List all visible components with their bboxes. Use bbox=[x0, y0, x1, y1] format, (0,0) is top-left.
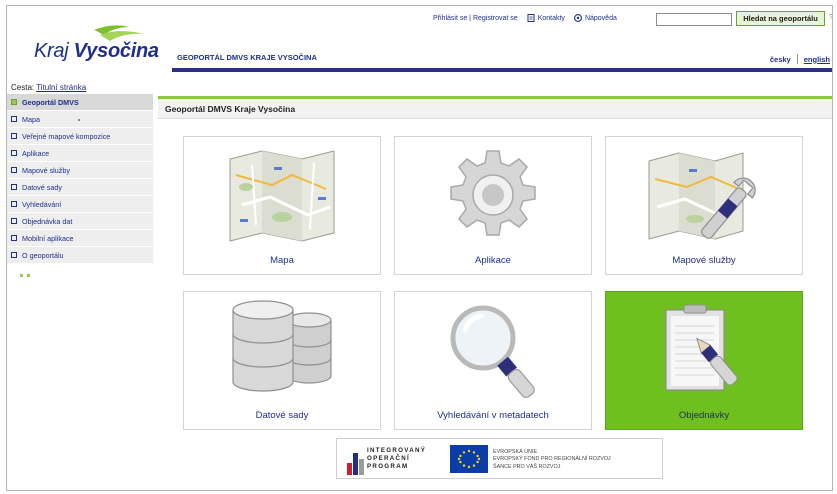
bullet-icon bbox=[11, 133, 17, 139]
map-icon bbox=[229, 150, 335, 242]
lang-english-link[interactable]: english bbox=[804, 55, 830, 64]
logo-text: Kraj Vysočina bbox=[34, 40, 159, 62]
sidebar-item-label: O geoportálu bbox=[22, 250, 64, 260]
cursor-dot bbox=[78, 119, 80, 121]
iop-line-3: PROGRAM bbox=[367, 463, 409, 470]
sidebar-item-mapove-sluzby[interactable]: Mapové služby bbox=[7, 162, 153, 179]
sidebar-item-objednavka[interactable]: Objednávka dat bbox=[7, 213, 153, 230]
lang-divider bbox=[796, 54, 798, 64]
sidebar-item-kompozice[interactable]: Veřejné mapové kompozice bbox=[7, 128, 153, 145]
tile-mapove-sluzby[interactable]: Mapové služby bbox=[605, 136, 803, 275]
header-divider bbox=[172, 68, 832, 72]
contacts-label: Kontakty bbox=[537, 14, 565, 22]
tile-label: Mapové služby bbox=[672, 255, 736, 266]
tile-vyhledavani[interactable]: Vyhledávání v metadatech bbox=[394, 291, 592, 430]
bullet-icon bbox=[11, 150, 17, 156]
tile-label: Objednávky bbox=[678, 410, 730, 421]
tile-label: Vyhledávání v metadatech bbox=[437, 410, 549, 421]
bullet-icon bbox=[11, 184, 17, 190]
gear-icon bbox=[450, 150, 536, 236]
magnifier-icon bbox=[450, 305, 535, 398]
tile-objednavky[interactable]: Objednávky bbox=[605, 291, 803, 430]
bullet-icon bbox=[11, 99, 17, 105]
sidebar-item-label: Datové sady bbox=[22, 182, 62, 192]
clipboard-pen-icon bbox=[665, 304, 738, 391]
site-title: GEOPORTÁL DMVS KRAJE VYSOČINA bbox=[177, 53, 317, 62]
bullet-icon bbox=[11, 167, 17, 173]
kraj-vysocina-logo[interactable]: Kraj Vysočina bbox=[34, 24, 174, 68]
sidebar-item-mobilni[interactable]: Mobilní aplikace bbox=[7, 230, 153, 247]
sidebar-item-label: Mobilní aplikace bbox=[22, 233, 74, 243]
sidebar-item-label: Mapa bbox=[22, 114, 40, 124]
search-help-mark[interactable]: ? bbox=[829, 14, 832, 21]
tile-datove-sady[interactable]: Datové sady bbox=[183, 291, 381, 430]
iop-logo: INTEGROVANÝ OPERAČNÍ PROGRAM bbox=[345, 445, 440, 475]
database-icon bbox=[232, 300, 332, 392]
tile-aplikace[interactable]: Aplikace bbox=[394, 136, 592, 275]
sidebar-item-datove-sady[interactable]: Datové sady bbox=[7, 179, 153, 196]
sidebar-item-label: Vyhledávání bbox=[22, 199, 62, 209]
contacts-icon bbox=[527, 14, 535, 22]
sidebar-item-label: Aplikace bbox=[22, 148, 50, 158]
sidebar-item-o-geoportalu[interactable]: O geoportálu bbox=[7, 247, 153, 264]
breadcrumb: Cesta: Titulní stránka bbox=[11, 83, 86, 92]
breadcrumb-home-link[interactable]: Titulní stránka bbox=[36, 83, 86, 92]
tile-label: Datové sady bbox=[255, 410, 309, 421]
eu-line-2: EVROPSKÝ FOND PRO REGIONÁLNÍ ROZVOJ bbox=[493, 456, 611, 463]
sidebar-item-aplikace[interactable]: Aplikace bbox=[7, 145, 153, 162]
bullet-icon bbox=[11, 218, 17, 224]
language-switcher: česky english bbox=[770, 54, 830, 64]
bullet-icon bbox=[11, 235, 17, 241]
iop-line-2: OPERAČNÍ bbox=[367, 455, 411, 462]
sidebar-item-vyhledavani[interactable]: Vyhledávání bbox=[7, 196, 153, 213]
login-register-link[interactable]: Přihlásit se | Registrovat se bbox=[433, 15, 518, 22]
sidebar-item-mapa[interactable]: Mapa bbox=[7, 111, 153, 128]
eu-flag-icon bbox=[450, 445, 488, 473]
search-input[interactable] bbox=[656, 13, 732, 26]
sidebar-item-label: Mapové služby bbox=[22, 165, 70, 175]
page-frame: Přihlásit se | Registrovat se Kontakty N… bbox=[6, 5, 833, 491]
tile-label: Mapa bbox=[270, 255, 294, 266]
sidebar-decoration bbox=[20, 274, 153, 277]
sidebar: Geoportál DMVS Mapa Veřejné mapové kompo… bbox=[7, 94, 153, 277]
top-links: Přihlásit se | Registrovat se Kontakty N… bbox=[433, 14, 617, 22]
map-wrench-icon bbox=[648, 152, 756, 240]
search-button[interactable]: Hledat na geoportálu bbox=[736, 11, 825, 26]
tile-label: Aplikace bbox=[475, 255, 511, 266]
sidebar-item-label: Geoportál DMVS bbox=[22, 97, 79, 107]
help-icon bbox=[573, 14, 582, 22]
tile-mapa[interactable]: Mapa bbox=[183, 136, 381, 275]
iop-line-1: INTEGROVANÝ bbox=[367, 447, 427, 454]
bullet-icon bbox=[11, 201, 17, 207]
contacts-link[interactable]: Kontakty bbox=[527, 14, 565, 22]
help-label: Nápověda bbox=[584, 14, 617, 22]
breadcrumb-prefix: Cesta: bbox=[11, 83, 37, 92]
bullet-icon bbox=[11, 116, 17, 122]
sidebar-item-geoportal[interactable]: Geoportál DMVS bbox=[7, 94, 153, 111]
eu-funding-logos: INTEGROVANÝ OPERAČNÍ PROGRAM EVROPSKÁ UN… bbox=[336, 438, 663, 479]
bullet-icon bbox=[11, 252, 17, 258]
sidebar-item-label: Objednávka dat bbox=[22, 216, 73, 226]
page-title: Geoportál DMVS Kraje Vysočina bbox=[158, 96, 832, 119]
sidebar-item-label: Veřejné mapové kompozice bbox=[22, 131, 111, 141]
eu-line-3: ŠANCE PRO VÁŠ ROZVOJ bbox=[493, 463, 561, 470]
help-link[interactable]: Nápověda bbox=[573, 14, 617, 22]
lang-czech-link[interactable]: česky bbox=[770, 55, 791, 64]
